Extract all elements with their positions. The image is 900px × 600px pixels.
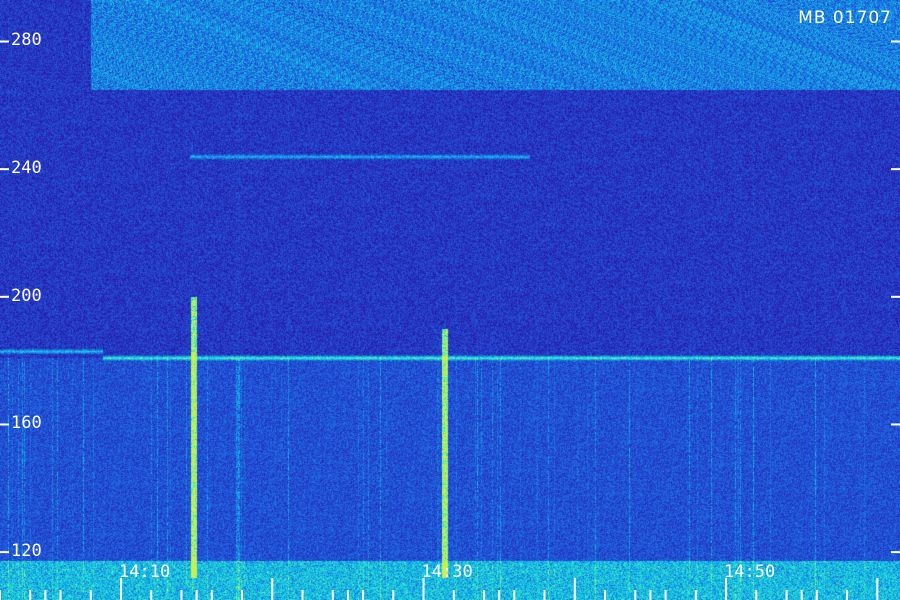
x-tick-label: 14:30 [421, 562, 473, 582]
axis-overlay [0, 40, 900, 600]
y-tick-label: 280 [11, 30, 42, 51]
y-tick-label: 240 [11, 158, 42, 179]
y-tick-label: 120 [11, 541, 42, 562]
y-axis-ticks [0, 40, 900, 554]
station-id-badge: MB 01707 [798, 8, 892, 28]
y-tick-label: 160 [11, 413, 42, 434]
x-tick-label: 14:10 [119, 562, 171, 582]
spectrogram: 120 160 200 240 280 14:10 14:30 14:50 MB 01707 [0, 0, 900, 600]
y-tick-label: 200 [11, 285, 42, 306]
x-tick-label: 14:50 [724, 562, 776, 582]
